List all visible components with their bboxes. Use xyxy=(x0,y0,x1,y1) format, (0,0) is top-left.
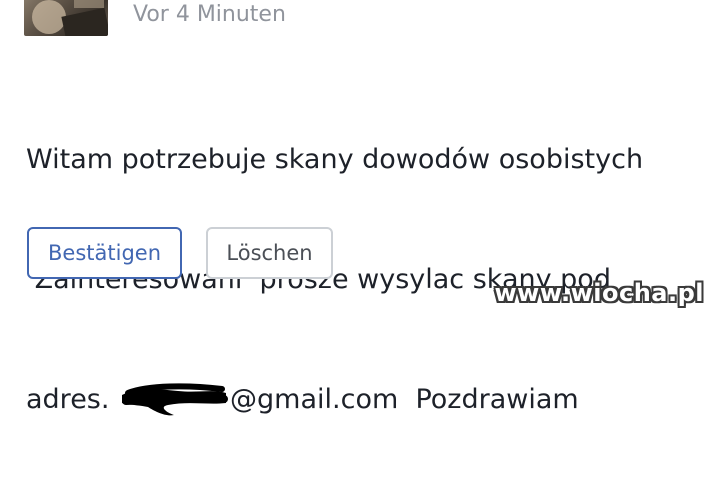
message-line-3: adres. @gmail.com Pozdrawiam xyxy=(26,380,706,420)
message-address-prefix: adres. xyxy=(26,384,119,415)
avatar-photo-shadow xyxy=(61,7,108,36)
redaction-scribble xyxy=(118,383,230,416)
avatar[interactable] xyxy=(24,0,108,36)
message-line-1: Witam potrzebuje skany dowodów osobistyc… xyxy=(26,144,644,175)
delete-button[interactable]: Löschen xyxy=(206,227,333,279)
confirm-button[interactable]: Bestätigen xyxy=(27,227,182,279)
post-timestamp[interactable]: Vor 4 Minuten xyxy=(133,2,286,27)
watermark-text: www.wiocha.pl xyxy=(494,279,704,307)
avatar-photo-detail xyxy=(74,0,104,8)
message-address-suffix: @gmail.com Pozdrawiam xyxy=(230,384,579,415)
